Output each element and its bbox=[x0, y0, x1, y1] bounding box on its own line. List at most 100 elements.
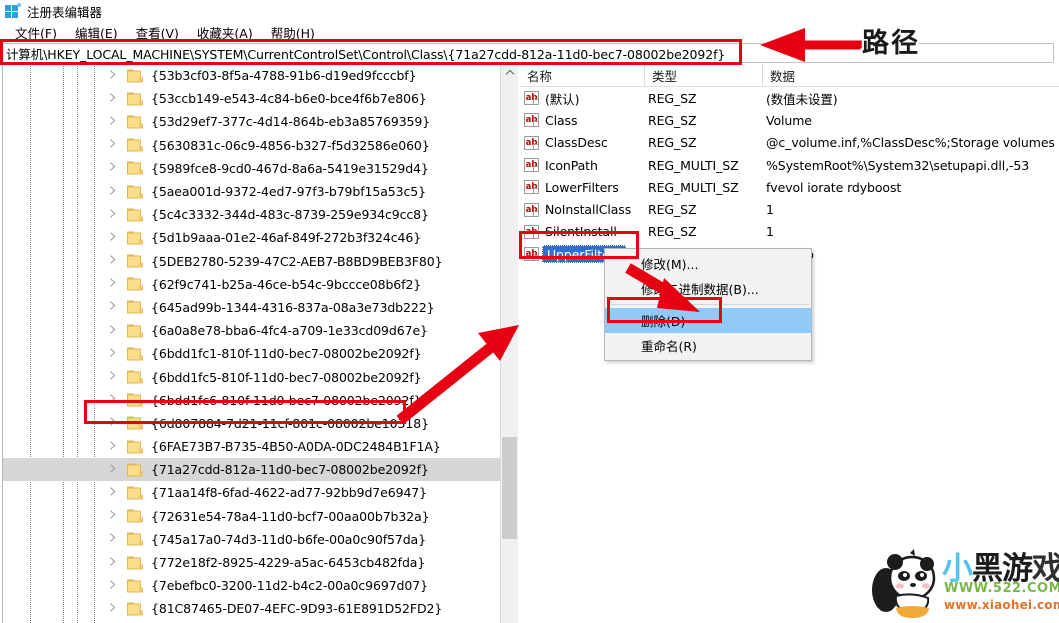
tree-item[interactable]: {772e18f2-8925-4229-a5ac-6453cb482fda} bbox=[3, 551, 501, 574]
value-row[interactable]: ab SilentInstall REG_SZ 1 bbox=[520, 221, 1059, 243]
value-data: %SystemRoot%\System32\setupapi.dll,-53 bbox=[766, 157, 1030, 173]
folder-icon bbox=[127, 370, 143, 384]
menu-file[interactable]: 文件(F) bbox=[6, 22, 66, 43]
folder-icon bbox=[127, 532, 143, 546]
value-row[interactable]: ab Class REG_SZ Volume bbox=[520, 109, 1059, 131]
tree-item[interactable]: {53d29ef7-377c-4d14-864b-eb3a85769359} bbox=[3, 110, 501, 133]
folder-icon bbox=[127, 579, 143, 593]
value-row[interactable]: ab ClassDesc REG_SZ @c_volume.inf,%ClassDes… bbox=[520, 132, 1059, 154]
chevron-right-icon[interactable] bbox=[107, 418, 116, 429]
chevron-right-icon[interactable] bbox=[107, 325, 116, 336]
chevron-right-icon[interactable] bbox=[107, 163, 116, 174]
value-row[interactable]: ab (默认) REG_SZ (数值未设置) bbox=[520, 87, 1059, 109]
tree-item[interactable]: {6bdd1fc1-810f-11d0-bec7-08002be2092f} bbox=[3, 342, 501, 365]
tree-item[interactable]: {72631e54-78a4-11d0-bcf7-00aa00b7b32a} bbox=[3, 505, 501, 528]
tree-item[interactable]: {6d807884-7d21-11cf-801c-08002be10318} bbox=[3, 412, 501, 435]
tree-item-label: {62f9c741-b25a-46ce-b54c-9bccce08b6f2} bbox=[151, 276, 422, 292]
tree-item[interactable]: {5c4c3332-344d-483c-8739-259e934c9cc8} bbox=[3, 203, 501, 226]
chevron-right-icon[interactable] bbox=[107, 511, 116, 522]
tree-item-label: {6FAE73B7-B735-4B50-A0DA-0DC2484B1F1A} bbox=[151, 439, 441, 455]
tree-item[interactable]: {645ad99b-1344-4316-837a-08a3e73db222} bbox=[3, 296, 501, 319]
tree-item[interactable]: {6FAE73B7-B735-4B50-A0DA-0DC2484B1F1A} bbox=[3, 435, 501, 458]
chevron-right-icon[interactable] bbox=[107, 302, 116, 313]
tree-item-label: {81C87465-DE07-4EFC-9D93-61E891D52FD2} bbox=[151, 601, 443, 617]
chevron-right-icon[interactable] bbox=[107, 348, 116, 359]
column-header-name[interactable]: 名称 bbox=[520, 64, 645, 86]
tree-item[interactable]: {53b3cf03-8f5a-4788-91b6-d19ed9fcccbf} bbox=[3, 64, 501, 87]
folder-icon bbox=[127, 277, 143, 291]
folder-icon bbox=[127, 324, 143, 338]
value-row[interactable]: ab LowerFilters REG_MULTI_SZ fvevol iorate … bbox=[520, 176, 1059, 198]
tree-scrollbar[interactable] bbox=[500, 64, 518, 623]
value-type: REG_SZ bbox=[648, 135, 697, 151]
tree-item[interactable]: {53ccb149-e543-4c84-b6e0-bce4f6b7e806} bbox=[3, 87, 501, 110]
tree-item[interactable]: {62f9c741-b25a-46ce-b54c-9bccce08b6f2} bbox=[3, 273, 501, 296]
chevron-right-icon[interactable] bbox=[107, 603, 116, 614]
string-value-icon: ab bbox=[524, 91, 539, 106]
menu-favorites[interactable]: 收藏夹(A) bbox=[188, 22, 262, 43]
scroll-up-icon[interactable] bbox=[501, 64, 518, 81]
context-menu[interactable]: 修改(M)... 修改二进制数据(B)... 删除(D) 重命名(R) bbox=[604, 248, 812, 361]
chevron-right-icon[interactable] bbox=[107, 279, 116, 290]
tree-item[interactable]: {7ebefbc0-3200-11d2-b4c2-00a0c9697d07} bbox=[3, 574, 501, 597]
context-menu-item-delete[interactable]: 删除(D) bbox=[605, 308, 811, 333]
tree-item[interactable]: {5989fce8-9cd0-467d-8a6a-5419e31529d4} bbox=[3, 157, 501, 180]
value-row[interactable]: ab NoInstallClass REG_SZ 1 bbox=[520, 198, 1059, 220]
context-menu-item-rename[interactable]: 重命名(R) bbox=[605, 333, 811, 358]
chevron-right-icon[interactable] bbox=[107, 464, 116, 475]
registry-editor-window: 注册表编辑器 文件(F) 编辑(E) 查看(V) 收藏夹(A) 帮助(H) 计算… bbox=[0, 0, 1059, 623]
registry-values-list: ab (默认) REG_SZ (数值未设置) ab Class REG_SZ Volume ab… bbox=[520, 87, 1059, 265]
chevron-right-icon[interactable] bbox=[107, 557, 116, 568]
chevron-right-icon[interactable] bbox=[107, 70, 116, 81]
tree-scrollbar-thumb[interactable] bbox=[502, 437, 517, 539]
chevron-right-icon[interactable] bbox=[107, 372, 116, 383]
annotation-label-path: 路径 bbox=[862, 28, 920, 59]
context-menu-item-modify-binary[interactable]: 修改二进制数据(B)... bbox=[605, 276, 811, 301]
tree-item-label: {53ccb149-e543-4c84-b6e0-bce4f6b7e806} bbox=[151, 91, 427, 107]
folder-icon bbox=[127, 509, 143, 523]
string-value-icon: ab bbox=[524, 158, 539, 173]
tree-item[interactable]: {6a0a8e78-bba6-4fc4-a709-1e33cd09d67e} bbox=[3, 319, 501, 342]
chevron-right-icon[interactable] bbox=[107, 395, 116, 406]
tree-item[interactable]: {745a17a0-74d3-11d0-b6fe-00a0c90f57da} bbox=[3, 528, 501, 551]
registry-tree-panel[interactable]: {53b3cf03-8f5a-4788-91b6-d19ed9fcccbf} {5… bbox=[2, 64, 518, 623]
tree-item[interactable]: {71a27cdd-812a-11d0-bec7-08002be2092f} bbox=[3, 458, 501, 482]
folder-icon bbox=[127, 231, 143, 245]
value-row[interactable]: ab IconPath REG_MULTI_SZ %SystemRoot%\Syste… bbox=[520, 154, 1059, 176]
chevron-right-icon[interactable] bbox=[107, 580, 116, 591]
tree-item[interactable]: {6bdd1fc5-810f-11d0-bec7-08002be2092f} bbox=[3, 365, 501, 388]
chevron-right-icon[interactable] bbox=[107, 232, 116, 243]
menu-edit[interactable]: 编辑(E) bbox=[66, 22, 127, 43]
tree-item[interactable]: {5d1b9aaa-01e2-46af-849f-272b3f324c46} bbox=[3, 226, 501, 249]
chevron-right-icon[interactable] bbox=[107, 209, 116, 220]
value-type: REG_SZ bbox=[648, 112, 697, 128]
chevron-right-icon[interactable] bbox=[107, 534, 116, 545]
tree-item[interactable]: {5630831c-06c9-4856-b327-f5d32586e060} bbox=[3, 134, 501, 157]
tree-item[interactable]: {5DEB2780-5239-47C2-AEB7-B8BD9BEB3F80} bbox=[3, 250, 501, 273]
chevron-right-icon[interactable] bbox=[107, 140, 116, 151]
chevron-right-icon[interactable] bbox=[107, 116, 116, 127]
string-value-icon: ab bbox=[524, 113, 539, 128]
column-header-data[interactable]: 数据 bbox=[763, 64, 1059, 86]
chevron-right-icon[interactable] bbox=[107, 441, 116, 452]
chevron-right-icon[interactable] bbox=[107, 487, 116, 498]
folder-icon bbox=[127, 602, 143, 616]
context-menu-item-modify[interactable]: 修改(M)... bbox=[605, 251, 811, 276]
tree-item[interactable]: {6bdd1fc6-810f-11d0-bec7-08002be2092f} bbox=[3, 389, 501, 412]
chevron-right-icon[interactable] bbox=[107, 93, 116, 104]
tree-item[interactable]: {81C87465-DE07-4EFC-9D93-61E891D52FD2} bbox=[3, 597, 501, 620]
value-data: fvevol iorate rdyboost bbox=[766, 179, 902, 195]
menu-view[interactable]: 查看(V) bbox=[127, 22, 188, 43]
tree-item-label: {7ebefbc0-3200-11d2-b4c2-00a0c9697d07} bbox=[151, 578, 428, 594]
chevron-right-icon[interactable] bbox=[107, 256, 116, 267]
column-header-type[interactable]: 类型 bbox=[645, 64, 763, 86]
panda-icon bbox=[872, 549, 936, 618]
folder-icon bbox=[127, 115, 143, 129]
menu-help[interactable]: 帮助(H) bbox=[262, 22, 324, 43]
chevron-right-icon[interactable] bbox=[107, 186, 116, 197]
tree-item[interactable]: {5aea001d-9372-4ed7-97f3-b79bf15a53c5} bbox=[3, 180, 501, 203]
tree-item-label: {5630831c-06c9-4856-b327-f5d32586e060} bbox=[151, 137, 430, 153]
folder-icon bbox=[127, 347, 143, 361]
value-name: LowerFilters bbox=[545, 179, 619, 195]
tree-item[interactable]: {71aa14f8-6fad-4622-ad77-92bb9d7e6947} bbox=[3, 481, 501, 504]
